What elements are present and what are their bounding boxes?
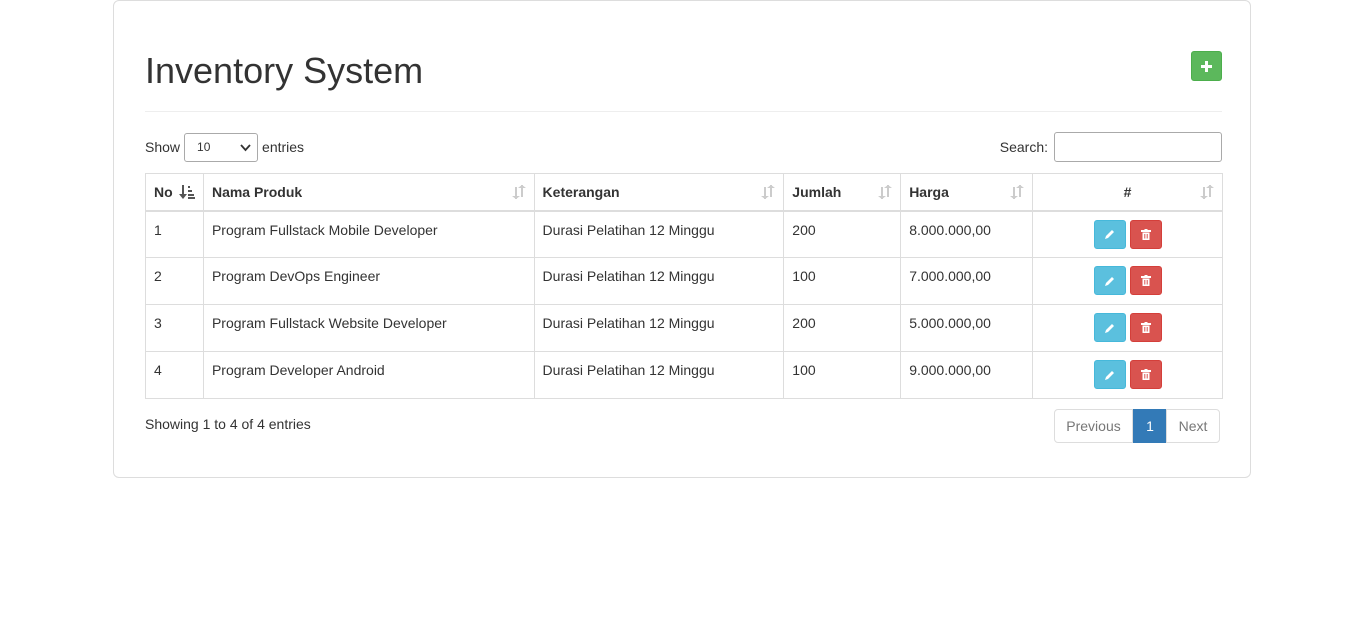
entries-length-control: Show 10 entries	[145, 132, 304, 162]
sort-both-icon	[878, 185, 893, 199]
cell-harga: 9.000.000,00	[900, 351, 1034, 399]
trash-icon	[1140, 228, 1151, 240]
trash-icon	[1140, 369, 1151, 380]
column-header-label: No	[154, 183, 173, 200]
sort-both-icon	[1010, 185, 1025, 199]
edit-button[interactable]	[1093, 219, 1126, 249]
sort-both-icon	[511, 185, 526, 199]
cell-no: 2	[145, 257, 204, 305]
row-actions	[1041, 266, 1214, 295]
cell-nama-produk: Program DevOps Engineer	[202, 257, 535, 305]
add-item-button[interactable]	[1191, 51, 1222, 81]
column-header-harga[interactable]: Harga	[900, 173, 1034, 212]
table-row: 3 Program Fullstack Website Developer Du…	[145, 304, 1223, 352]
pencil-icon	[1104, 276, 1114, 286]
column-header-label: Jumlah	[792, 183, 842, 200]
inventory-table: No Nama Produk Keterangan Jumlah Harga #…	[145, 173, 1223, 399]
column-header-no[interactable]: No	[145, 173, 204, 212]
next-page-button[interactable]: Next	[1166, 409, 1220, 443]
edit-button[interactable]	[1093, 313, 1126, 342]
inventory-panel: Inventory System Show 10 entries Search:	[113, 0, 1251, 478]
cell-harga: 5.000.000,00	[900, 304, 1034, 352]
show-label: Show	[145, 139, 181, 155]
column-header-label: #	[1123, 183, 1132, 200]
search-label: Search:	[999, 139, 1048, 155]
delete-button[interactable]	[1129, 313, 1162, 342]
cell-keterangan: Durasi Pelatihan 12 Minggu	[533, 304, 785, 352]
cell-jumlah: 200	[783, 210, 902, 258]
cell-keterangan: Durasi Pelatihan 12 Minggu	[533, 257, 785, 305]
cell-harga: 8.000.000,00	[900, 210, 1034, 258]
cell-nama-produk: Program Fullstack Website Developer	[202, 304, 535, 352]
cell-actions	[1032, 351, 1223, 399]
sort-both-icon	[761, 185, 776, 199]
cell-nama-produk: Program Fullstack Mobile Developer	[202, 210, 535, 258]
search-control: Search:	[1000, 132, 1222, 162]
pencil-icon	[1104, 230, 1114, 239]
column-header-nama-produk[interactable]: Nama Produk	[202, 173, 535, 212]
cell-no: 1	[145, 210, 204, 258]
row-actions	[1041, 219, 1214, 249]
delete-button[interactable]	[1129, 266, 1162, 295]
sort-ascending-icon	[178, 185, 195, 199]
page-title: Inventory System	[145, 50, 424, 91]
cell-jumlah: 200	[783, 304, 902, 352]
cell-no: 4	[145, 351, 204, 399]
delete-button[interactable]	[1129, 219, 1162, 249]
cell-jumlah: 100	[783, 257, 902, 305]
table-row: 4 Program Developer Android Durasi Pelat…	[145, 351, 1223, 399]
pencil-icon	[1104, 370, 1114, 380]
column-header-jumlah[interactable]: Jumlah	[783, 173, 902, 212]
column-header-label: Harga	[909, 183, 949, 200]
column-header-keterangan[interactable]: Keterangan	[533, 173, 785, 212]
cell-actions	[1032, 210, 1223, 258]
row-actions	[1041, 313, 1214, 342]
cell-jumlah: 100	[783, 351, 902, 399]
entries-label: entries	[262, 139, 305, 155]
chevron-down-icon	[240, 143, 251, 151]
entries-length-select[interactable]: 10	[184, 132, 259, 162]
cell-actions	[1032, 304, 1223, 352]
edit-button[interactable]	[1093, 360, 1126, 389]
table-header-row: No Nama Produk Keterangan Jumlah Harga #	[145, 173, 1223, 212]
table-info: Showing 1 to 4 of 4 entries	[145, 416, 311, 432]
pagination: Previous 1 Next	[1054, 409, 1220, 443]
trash-icon	[1140, 275, 1151, 286]
cell-keterangan: Durasi Pelatihan 12 Minggu	[533, 351, 785, 399]
cell-nama-produk: Program Developer Android	[202, 351, 535, 399]
table-row: 2 Program DevOps Engineer Durasi Pelatih…	[145, 257, 1223, 305]
entries-length-value: 10	[197, 140, 211, 154]
search-input[interactable]	[1054, 132, 1222, 162]
cell-harga: 7.000.000,00	[900, 257, 1034, 305]
edit-button[interactable]	[1093, 266, 1126, 295]
pencil-icon	[1104, 323, 1114, 333]
row-actions	[1041, 360, 1214, 389]
table-controls: Show 10 entries Search:	[145, 132, 1222, 162]
cell-keterangan: Durasi Pelatihan 12 Minggu	[533, 210, 785, 258]
page-1-button[interactable]: 1	[1133, 409, 1167, 443]
cell-no: 3	[145, 304, 204, 352]
cell-actions	[1032, 257, 1223, 305]
previous-page-button[interactable]: Previous	[1054, 409, 1133, 443]
trash-icon	[1140, 322, 1151, 333]
page-header: Inventory System	[145, 51, 1222, 112]
delete-button[interactable]	[1129, 360, 1162, 389]
table-row: 1 Program Fullstack Mobile Developer Dur…	[145, 210, 1223, 258]
column-header-actions[interactable]: #	[1032, 173, 1223, 212]
plus-icon	[1201, 60, 1212, 72]
column-header-label: Keterangan	[542, 183, 620, 200]
sort-both-icon	[1200, 185, 1214, 199]
column-header-label: Nama Produk	[211, 183, 303, 200]
